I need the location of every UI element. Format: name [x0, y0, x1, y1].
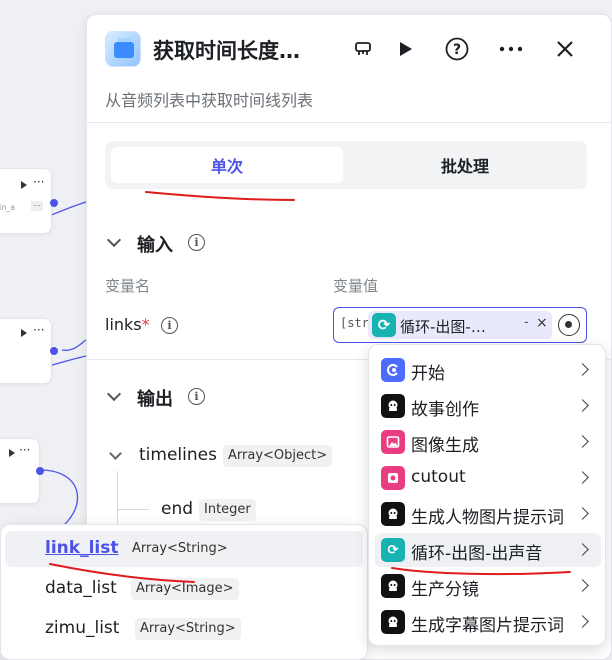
annotation-underline-link-list: [49, 563, 195, 583]
annotation-strokes: [49, 191, 571, 583]
annotation-underline-loop-item: [391, 567, 571, 576]
annotation-underline-single-tab: [145, 191, 295, 201]
